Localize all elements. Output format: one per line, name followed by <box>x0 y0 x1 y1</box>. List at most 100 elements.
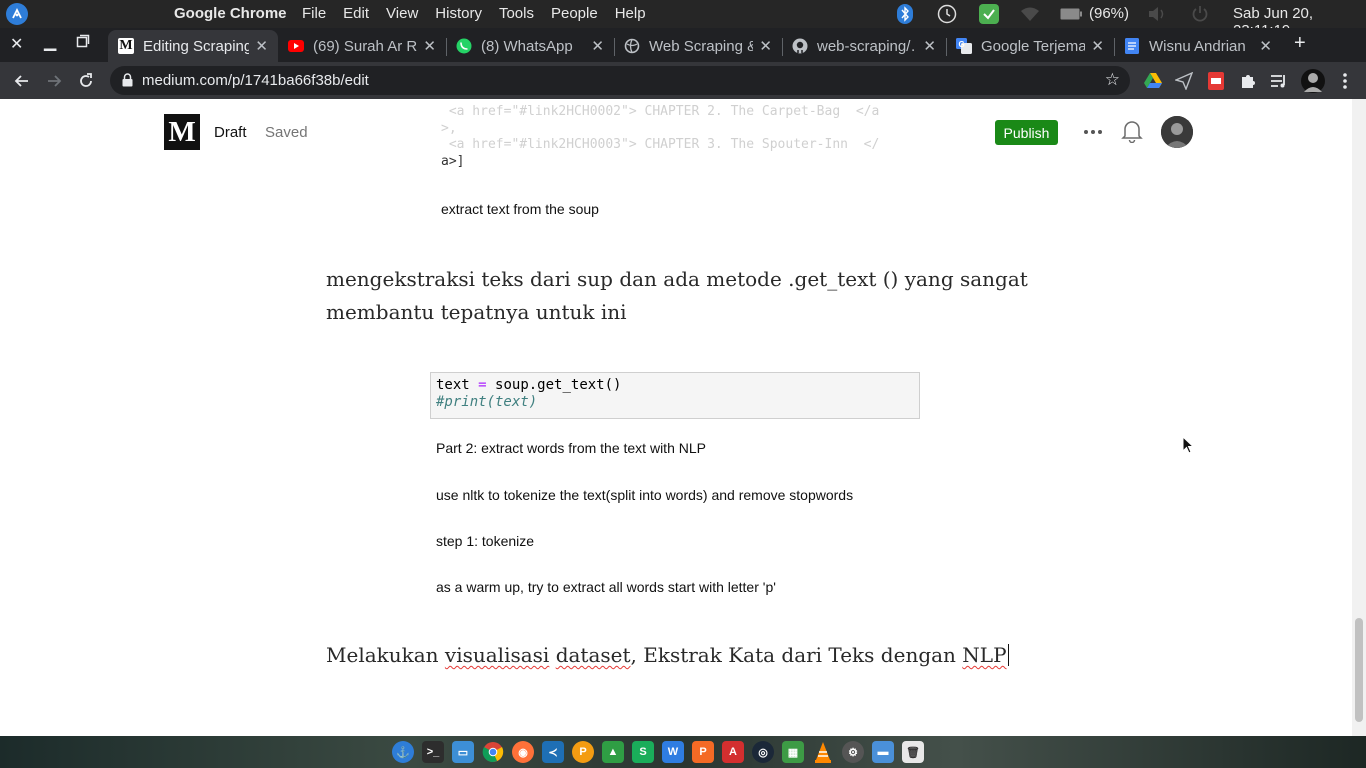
active-app-name: Google Chrome <box>174 5 287 22</box>
dock-vlc-icon[interactable] <box>812 741 834 763</box>
whatsapp-icon <box>456 38 472 54</box>
dock-gameboy-icon[interactable]: ▦ <box>782 741 804 763</box>
volume-icon[interactable] <box>1146 4 1168 24</box>
dock-launcher-icon[interactable]: ⚓ <box>392 741 414 763</box>
menu-edit[interactable]: Edit <box>343 5 369 22</box>
dock-settings-icon[interactable]: ⚙ <box>842 741 864 763</box>
browser-tab-strip: ✕ ▁ M Editing Scraping ✕ (69) Surah Ar R… <box>0 28 1366 62</box>
new-tab-icon[interactable]: + <box>1294 32 1306 55</box>
dock-steam-icon[interactable]: ◎ <box>752 741 774 763</box>
medium-editor-page: <a href="#link2HCH0002"> CHAPTER 2. The … <box>0 99 1352 736</box>
notifications-bell-icon[interactable] <box>1121 119 1143 144</box>
embedded-image-code-line: a>] <box>441 154 465 169</box>
tab-web-scraping[interactable]: Web Scraping & ✕ <box>614 30 782 62</box>
more-options-icon[interactable] <box>1082 119 1104 145</box>
translate-icon: G <box>956 38 972 54</box>
address-bar[interactable]: medium.com/p/1741ba66f38b/edit ☆ <box>110 66 1130 95</box>
address-bar-url[interactable]: medium.com/p/1741ba66f38b/edit <box>142 72 369 89</box>
menu-history[interactable]: History <box>435 5 482 22</box>
dock-pdf-reader-icon[interactable]: A <box>722 741 744 763</box>
menu-tools[interactable]: Tools <box>499 5 534 22</box>
image-text-line: as a warm up, try to extract all words s… <box>436 579 776 595</box>
battery-icon[interactable] <box>1059 4 1083 24</box>
tab-youtube[interactable]: (69) Surah Ar Ra ✕ <box>278 30 446 62</box>
timeshift-icon[interactable] <box>935 4 959 24</box>
dock-android-icon[interactable]: ▲ <box>602 741 624 763</box>
dock-chrome-icon[interactable] <box>482 741 504 763</box>
menu-people[interactable]: People <box>551 5 598 22</box>
os-logo-icon[interactable] <box>6 3 28 25</box>
power-icon[interactable] <box>1189 4 1211 24</box>
dock-files-icon[interactable]: ▭ <box>452 741 474 763</box>
spellcheck-word: visualisasi <box>444 643 550 667</box>
send-extension-icon[interactable] <box>1174 71 1194 91</box>
window-close-icon[interactable]: ✕ <box>10 34 23 54</box>
bluetooth-icon[interactable] <box>895 4 915 24</box>
dock-vscode-icon[interactable]: ≺ <box>542 741 564 763</box>
browser-toolbar: medium.com/p/1741ba66f38b/edit ☆ <box>0 62 1366 99</box>
tab-title: (8) WhatsApp <box>481 37 573 55</box>
tab-close-icon[interactable]: ✕ <box>759 37 772 55</box>
code-image[interactable]: text = soup.get_text() #print(text) <box>430 372 920 419</box>
tab-title: Editing Scraping <box>143 37 250 55</box>
forward-icon[interactable] <box>43 70 65 92</box>
medium-favicon-icon: M <box>118 38 134 54</box>
tab-editing-scraping[interactable]: M Editing Scraping ✕ <box>108 30 278 62</box>
tab-title: Google Terjema <box>981 37 1086 55</box>
tab-google-translate[interactable]: G Google Terjema ✕ <box>946 30 1114 62</box>
dock-terminal-icon[interactable]: >_ <box>422 741 444 763</box>
paragraph-text[interactable]: mengekstraksi teks dari sup dan ada meto… <box>326 263 1028 329</box>
image-text-line: step 1: tokenize <box>436 533 535 549</box>
user-avatar[interactable] <box>1161 116 1193 148</box>
tab-close-icon[interactable]: ✕ <box>923 37 936 55</box>
back-icon[interactable] <box>11 70 33 92</box>
tab-title: Web Scraping & <box>649 37 754 55</box>
google-drive-icon[interactable] <box>1143 71 1163 91</box>
medium-logo[interactable]: M <box>164 114 200 150</box>
tab-close-icon[interactable]: ✕ <box>1091 37 1104 55</box>
wifi-icon[interactable] <box>1019 4 1041 24</box>
tab-title: Wisnu Andrian <box>1149 37 1246 55</box>
github-icon <box>792 38 808 54</box>
publish-button[interactable]: Publish <box>995 120 1058 145</box>
profile-avatar[interactable] <box>1301 69 1325 93</box>
page-scrollbar-thumb[interactable] <box>1355 618 1363 722</box>
tab-github[interactable]: web-scraping/… ✕ <box>782 30 946 62</box>
window-restore-icon[interactable] <box>76 34 90 53</box>
dock-wps-writer-icon[interactable]: W <box>662 741 684 763</box>
pdf-extension-icon[interactable] <box>1206 71 1226 91</box>
docs-icon <box>1124 38 1140 54</box>
menu-help[interactable]: Help <box>615 5 646 22</box>
extensions-puzzle-icon[interactable] <box>1238 71 1258 91</box>
battery-percent: (96%) <box>1089 5 1130 22</box>
embedded-image-code-line: >, <box>441 121 457 136</box>
browser-menu-icon[interactable] <box>1335 71 1355 91</box>
dock-wps-spreadsheet-icon[interactable]: S <box>632 741 654 763</box>
tab-close-icon[interactable]: ✕ <box>591 37 604 55</box>
embedded-image-code-line: <a href="#link2HCH0002"> CHAPTER 2. The … <box>441 104 880 119</box>
editable-paragraph[interactable]: Melakukan visualisasi dataset, Ekstrak K… <box>326 639 1009 672</box>
window-minimize-icon[interactable]: ▁ <box>44 32 56 52</box>
dock-wps-presentation-icon[interactable]: P <box>692 741 714 763</box>
text-caret <box>1007 644 1009 666</box>
lock-icon[interactable] <box>122 73 135 87</box>
dock-firefox-icon[interactable]: ◉ <box>512 741 534 763</box>
dock-postman-icon[interactable]: P <box>572 741 594 763</box>
media-queue-icon[interactable] <box>1269 71 1289 91</box>
image-text-line: Part 2: extract words from the text with… <box>436 440 706 456</box>
reload-icon[interactable] <box>75 70 97 92</box>
tab-close-icon[interactable]: ✕ <box>1259 37 1272 55</box>
bookmark-star-icon[interactable]: ☆ <box>1105 70 1120 90</box>
svg-text:G: G <box>959 40 965 49</box>
app-menu-bar: File Edit View History Tools People Help <box>302 5 663 22</box>
dock-desktop-icon[interactable]: ▬ <box>872 741 894 763</box>
menu-view[interactable]: View <box>386 5 418 22</box>
menu-file[interactable]: File <box>302 5 326 22</box>
dock-trash-icon[interactable]: 🗑 <box>902 741 924 763</box>
tab-google-docs[interactable]: Wisnu Andrian ✕ <box>1114 30 1282 62</box>
tab-close-icon[interactable]: ✕ <box>423 37 436 55</box>
update-check-icon[interactable] <box>978 4 1000 24</box>
tab-close-icon[interactable]: ✕ <box>255 37 268 55</box>
tab-whatsapp[interactable]: (8) WhatsApp ✕ <box>446 30 614 62</box>
code-comment: #print(text) <box>436 394 538 410</box>
